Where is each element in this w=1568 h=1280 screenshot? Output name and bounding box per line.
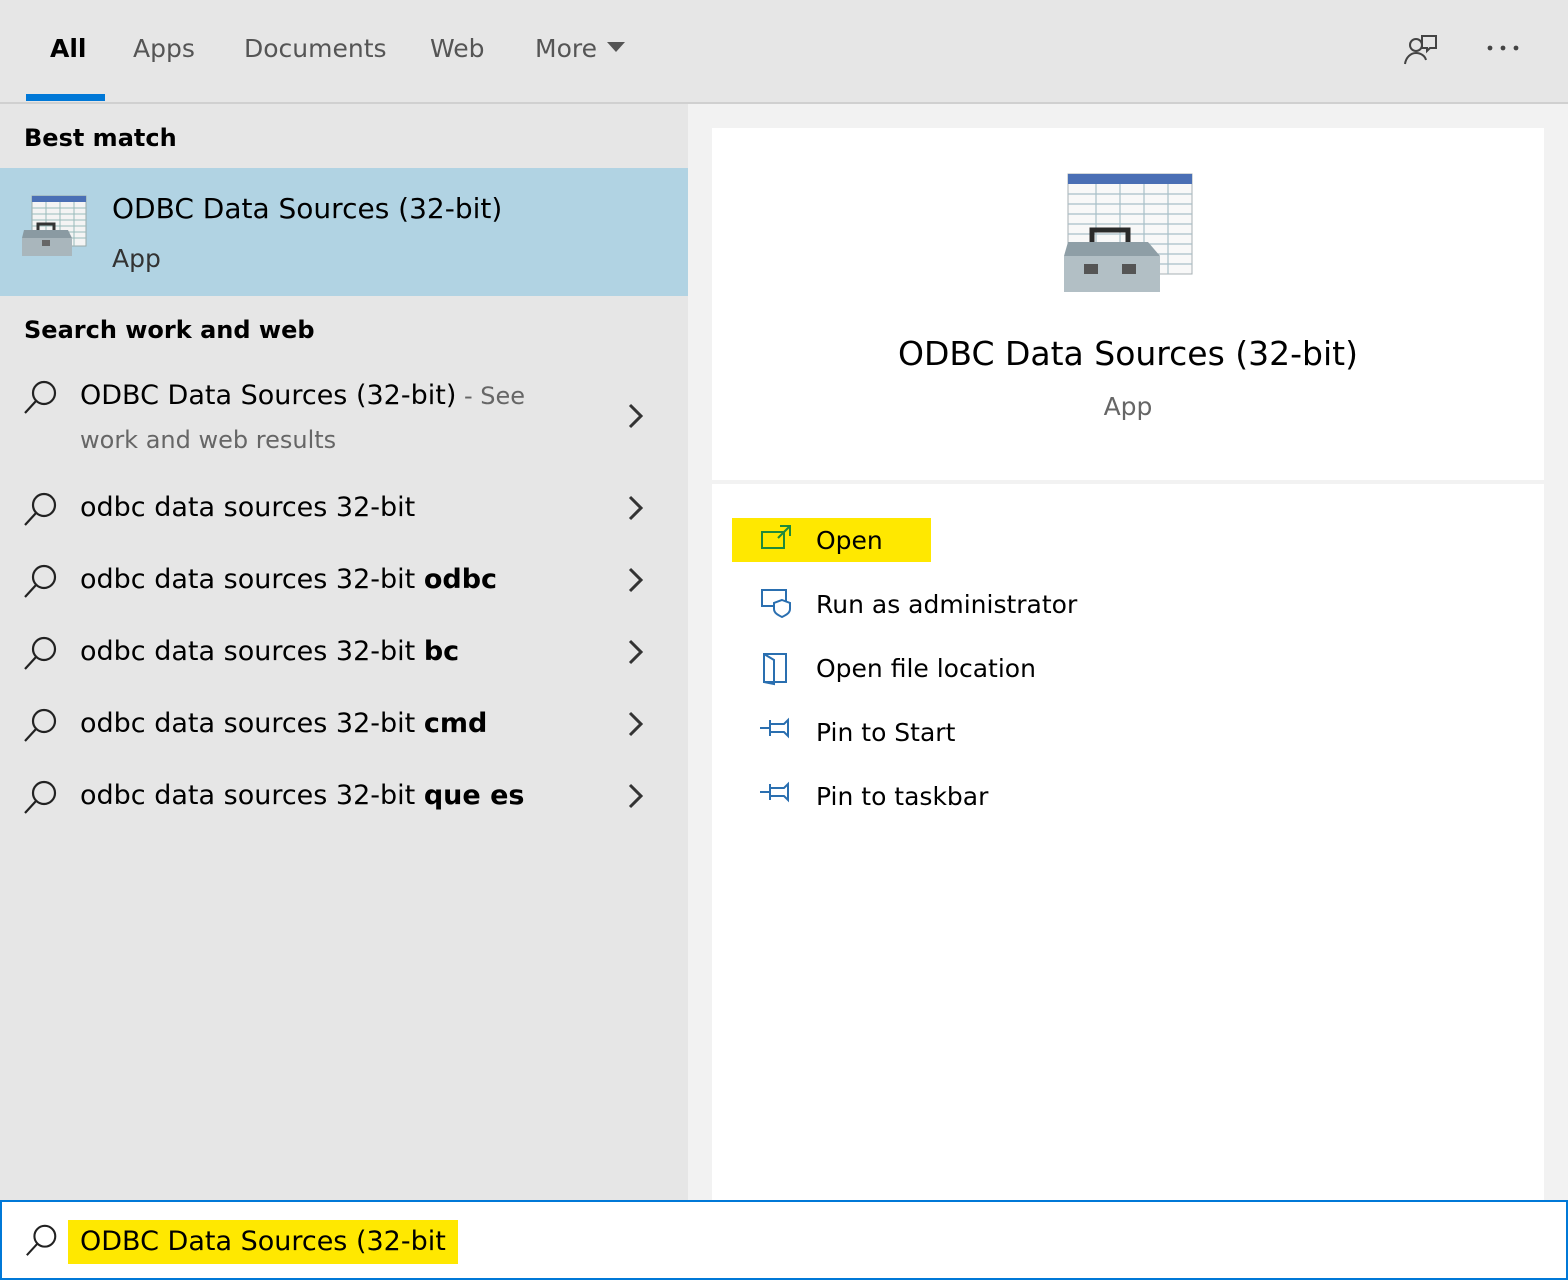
web-result-line2: work and web results: [80, 426, 337, 454]
pin-icon: [760, 716, 794, 744]
web-result-text: odbc data sources 32-bit que es: [80, 780, 525, 811]
web-result-item[interactable]: odbc data sources 32-bit odbc: [0, 558, 688, 614]
search-work-web-heading: Search work and web: [24, 316, 315, 344]
pin-to-taskbar-action[interactable]: Pin to taskbar: [732, 774, 1112, 818]
web-result-bold: odbc: [423, 564, 498, 595]
caret-down-icon: [606, 42, 625, 52]
file-location-icon: [760, 652, 792, 690]
chevron-right-icon: [626, 782, 646, 814]
odbc-toolbox-icon: [1062, 172, 1194, 302]
web-result-main: odbc data sources 32-bit: [80, 564, 424, 595]
pin-to-start-action[interactable]: Pin to Start: [732, 710, 1112, 754]
web-result-main: odbc data sources 32-bit: [80, 492, 416, 523]
pin-to-start-label: Pin to Start: [816, 718, 956, 747]
best-match-subtitle: App: [112, 244, 161, 273]
run-as-admin-action[interactable]: Run as administrator: [732, 582, 1112, 626]
open-action[interactable]: Open: [732, 518, 931, 562]
search-icon: [22, 706, 60, 748]
web-result-item[interactable]: odbc data sources 32-bit: [0, 486, 688, 542]
search-icon: [22, 490, 60, 532]
run-as-admin-label: Run as administrator: [816, 590, 1078, 619]
tab-more[interactable]: More: [535, 34, 625, 63]
web-result-bold: cmd: [423, 708, 488, 739]
preview-app-title: ODBC Data Sources (32-bit): [898, 334, 1358, 373]
app-preview-card: ODBC Data Sources (32-bit) App: [712, 128, 1544, 480]
open-icon: [760, 524, 792, 556]
more-options-icon[interactable]: [1486, 38, 1522, 62]
web-result-suffix: - See: [456, 382, 526, 410]
feedback-icon[interactable]: [1402, 32, 1438, 72]
open-label: Open: [816, 526, 883, 555]
web-result-main: odbc data sources 32-bit: [80, 780, 424, 811]
web-result-text: odbc data sources 32-bit odbc: [80, 564, 497, 595]
tab-more-label: More: [535, 34, 597, 63]
web-result-text: odbc data sources 32-bit: [80, 492, 415, 523]
search-box[interactable]: [0, 1200, 1568, 1280]
search-input[interactable]: [68, 1220, 458, 1264]
tab-apps[interactable]: Apps: [133, 34, 195, 63]
results-panel: Best match ODBC Data Sources (32-bit) Ap…: [0, 104, 688, 1200]
chevron-right-icon: [626, 494, 646, 526]
best-match-title: ODBC Data Sources (32-bit): [112, 192, 503, 225]
web-result-bold: bc: [423, 636, 460, 667]
web-result-bold: que es: [423, 780, 525, 811]
search-icon: [22, 634, 60, 676]
run-as-admin-icon: [760, 588, 794, 622]
active-tab-indicator: [26, 94, 105, 101]
web-result-text: ODBC Data Sources (32-bit) - See: [80, 380, 525, 411]
preview-app-subtitle: App: [1103, 392, 1153, 421]
chevron-right-icon: [626, 566, 646, 598]
tab-web[interactable]: Web: [430, 34, 485, 63]
app-actions-card: Open Run as administrator Open file loca…: [712, 484, 1544, 1200]
web-result-main: odbc data sources 32-bit: [80, 636, 424, 667]
search-icon: [22, 378, 60, 420]
search-icon: [22, 562, 60, 604]
open-file-location-label: Open file location: [816, 654, 1036, 683]
web-result-main: ODBC Data Sources (32-bit): [80, 380, 457, 411]
tab-documents[interactable]: Documents: [244, 34, 387, 63]
chevron-right-icon: [626, 710, 646, 742]
web-result-text: odbc data sources 32-bit bc: [80, 636, 459, 667]
chevron-right-icon: [626, 638, 646, 670]
pin-icon: [760, 780, 794, 808]
pin-to-taskbar-label: Pin to taskbar: [816, 782, 989, 811]
tab-all[interactable]: All: [50, 34, 87, 63]
web-result-main: odbc data sources 32-bit: [80, 708, 424, 739]
search-icon: [24, 1222, 60, 1262]
odbc-toolbox-icon: [22, 194, 90, 262]
chevron-right-icon: [626, 402, 646, 434]
best-match-heading: Best match: [24, 124, 177, 152]
web-result-text: odbc data sources 32-bit cmd: [80, 708, 487, 739]
open-file-location-action[interactable]: Open file location: [732, 646, 1112, 690]
web-result-item[interactable]: odbc data sources 32-bit que es: [0, 774, 688, 830]
best-match-item[interactable]: ODBC Data Sources (32-bit) App: [0, 168, 688, 296]
web-result-item[interactable]: odbc data sources 32-bit bc: [0, 630, 688, 686]
web-result-item[interactable]: ODBC Data Sources (32-bit) - See work an…: [0, 366, 688, 470]
search-scope-tabs: All Apps Documents Web More: [0, 0, 1568, 104]
search-icon: [22, 778, 60, 820]
web-result-item[interactable]: odbc data sources 32-bit cmd: [0, 702, 688, 758]
